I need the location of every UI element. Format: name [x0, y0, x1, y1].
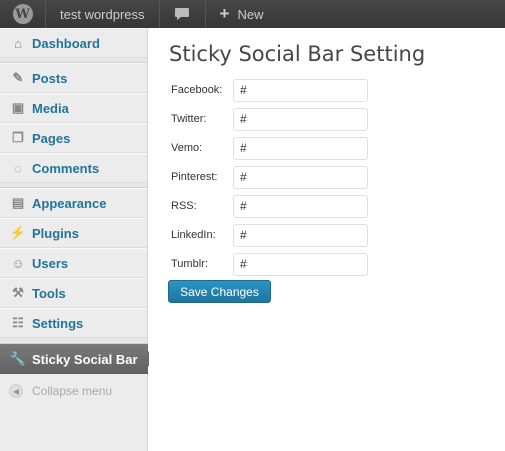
sidebar-item-appearance[interactable]: ▤ Appearance — [0, 188, 147, 218]
sidebar-item-label: Sticky Social Bar — [32, 351, 138, 367]
pushpin-icon: ✎ — [12, 70, 24, 85]
sidebar-item-posts[interactable]: ✎ Posts — [0, 63, 147, 93]
admin-sidebar: ⌂ Dashboard ✎ Posts ▣ Media ❐ Pages ◌ Co… — [0, 28, 156, 451]
tumblr-row: Tumblr: — [171, 252, 368, 276]
tumblr-input[interactable] — [233, 252, 368, 276]
pinterest-label: Pinterest: — [171, 171, 218, 183]
users-icon: ☺ — [11, 255, 25, 271]
media-icon: ▣ — [11, 100, 25, 115]
new-content-label: New — [237, 6, 264, 22]
sidebar-item-label: Appearance — [32, 195, 107, 211]
comments-link[interactable] — [160, 0, 206, 28]
sidebar-item-label: Dashboard — [32, 35, 100, 51]
collapse-menu-label: Collapse menu — [32, 384, 113, 398]
linkedin-row: LinkedIn: — [171, 223, 368, 247]
wordpress-logo-icon: W — [12, 4, 33, 24]
sidebar-item-label: Pages — [32, 130, 71, 146]
main-content: Sticky Social Bar Setting Facebook: Twit… — [149, 28, 505, 451]
tumblr-label: Tumblr: — [171, 258, 208, 270]
sidebar-item-label: Users — [32, 255, 69, 271]
vemo-row: Vemo: — [171, 136, 368, 160]
dashboard-icon: ⌂ — [14, 35, 22, 51]
pinterest-input[interactable] — [233, 165, 368, 189]
wordpress-logo-menu[interactable]: W — [0, 0, 46, 28]
sidebar-item-label: Comments — [32, 160, 100, 176]
plug-icon: ⚡ — [9, 225, 27, 240]
sidebar-item-pages[interactable]: ❐ Pages — [0, 123, 147, 153]
sidebar-item-label: Plugins — [32, 225, 79, 241]
collapse-arrow-icon: ◀ — [9, 384, 23, 398]
pinterest-row: Pinterest: — [171, 165, 368, 189]
sidebar-item-comments[interactable]: ◌ Comments — [0, 153, 147, 183]
twitter-input[interactable] — [233, 107, 368, 131]
sidebar-item-users[interactable]: ☺ Users — [0, 248, 147, 278]
rss-row: RSS: — [171, 194, 368, 218]
vemo-input[interactable] — [233, 136, 368, 160]
comment-bubble-icon — [175, 8, 190, 20]
sidebar-item-label: Posts — [32, 70, 68, 86]
linkedin-label: LinkedIn: — [171, 229, 216, 241]
admin-bar: W test wordpress + New — [0, 0, 505, 28]
sidebar-item-plugins[interactable]: ⚡ Plugins — [0, 218, 147, 248]
tools-icon: ⚒ — [12, 285, 24, 300]
wrench-icon: 🔧 — [9, 351, 27, 366]
sidebar-item-label: Media — [32, 100, 69, 116]
twitter-row: Twitter: — [171, 107, 368, 131]
collapse-menu-button[interactable]: ◀ Collapse menu — [0, 377, 147, 405]
sidebar-item-sticky-social-bar[interactable]: 🔧 Sticky Social Bar — [0, 344, 156, 374]
rss-label: RSS: — [171, 200, 197, 212]
sidebar-item-settings[interactable]: ☷ Settings — [0, 308, 147, 338]
twitter-label: Twitter: — [171, 113, 207, 125]
appearance-icon: ▤ — [11, 195, 25, 210]
sidebar-item-media[interactable]: ▣ Media — [0, 93, 147, 123]
rss-input[interactable] — [233, 194, 368, 218]
pages-icon: ❐ — [12, 130, 24, 145]
page-title: Sticky Social Bar Setting — [169, 42, 426, 66]
comment-icon: ◌ — [14, 160, 22, 176]
facebook-input[interactable] — [233, 78, 368, 102]
vemo-label: Vemo: — [171, 142, 203, 154]
settings-icon: ☷ — [12, 315, 24, 330]
plus-icon: + — [219, 4, 230, 23]
sidebar-item-tools[interactable]: ⚒ Tools — [0, 278, 147, 308]
facebook-label: Facebook: — [171, 84, 223, 96]
sidebar-item-dashboard[interactable]: ⌂ Dashboard — [0, 28, 147, 58]
new-content-menu[interactable]: + New — [206, 0, 274, 28]
sidebar-item-label: Tools — [32, 285, 66, 301]
facebook-row: Facebook: — [171, 78, 368, 102]
save-changes-button[interactable]: Save Changes — [168, 280, 271, 303]
sidebar-item-label: Settings — [32, 315, 84, 331]
site-name-link[interactable]: test wordpress — [46, 0, 160, 28]
linkedin-input[interactable] — [233, 223, 368, 247]
